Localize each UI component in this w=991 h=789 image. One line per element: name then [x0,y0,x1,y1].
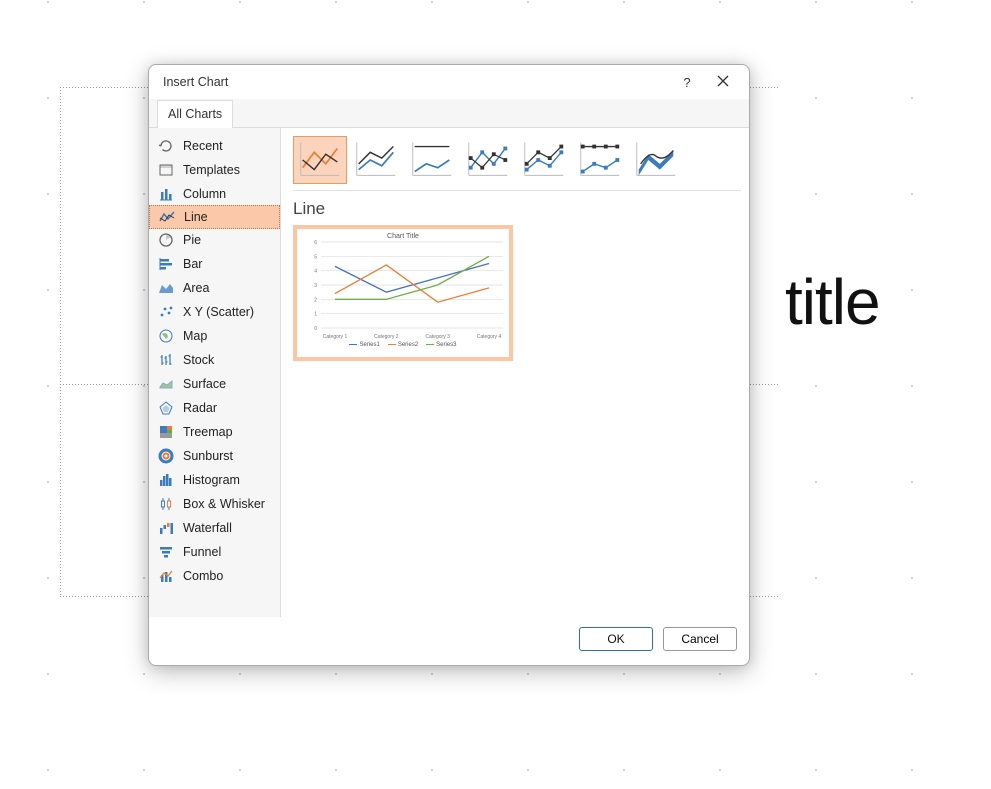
stock-icon [157,351,175,369]
sidebar-item-column[interactable]: Column [149,182,280,206]
svg-text:Category 2: Category 2 [374,334,399,340]
tabstrip: All Charts [149,99,749,128]
preview-legend: Series1Series2Series3 [303,342,503,348]
preview-title: Chart Title [303,233,503,240]
sidebar-item-bar[interactable]: Bar [149,252,280,276]
cancel-button[interactable]: Cancel [663,627,737,651]
treemap-icon [157,423,175,441]
svg-text:Category 1: Category 1 [323,334,348,340]
help-icon: ? [683,75,690,90]
sidebar-item-funnel[interactable]: Funnel [149,540,280,564]
templates-icon [157,161,175,179]
radar-icon [157,399,175,417]
sidebar-item-radar[interactable]: Radar [149,396,280,420]
svg-text:6: 6 [314,240,317,246]
chart-subtype-row [293,136,741,191]
svg-text:2: 2 [314,297,317,303]
sidebar-item-label: Area [183,281,209,295]
sidebar-item-label: Recent [183,139,223,153]
slide-title-placeholder[interactable]: title [785,265,880,339]
line-icon [158,208,176,226]
surface-icon [157,375,175,393]
sidebar-item-label: X Y (Scatter) [183,305,254,319]
sidebar-item-label: Pie [183,233,201,247]
chart-preview[interactable]: Chart Title 0 1 2 3 4 5 6 Category 1 Category 2 C… [293,225,513,361]
subtype-stacked-line-100[interactable] [405,136,459,184]
sidebar-item-label: Waterfall [183,521,232,535]
sidebar-item-label: Bar [183,257,202,271]
sidebar-item-label: Column [183,187,226,201]
chart-category-sidebar: Recent Templates Column Line Pie Bar Area X Y (… [149,128,281,617]
boxwhisker-icon [157,495,175,513]
recent-icon [157,137,175,155]
sidebar-item-line[interactable]: Line [149,205,280,229]
waterfall-icon [157,519,175,537]
sidebar-item-label: Sunburst [183,449,233,463]
subtype-stacked-line-100-with-markers[interactable] [573,136,627,184]
sidebar-item-label: Histogram [183,473,240,487]
tab-all-charts[interactable]: All Charts [157,100,233,128]
sidebar-item-label: Radar [183,401,217,415]
preview-plot: 0 1 2 3 4 5 6 Category 1 Category 2 Category 3 Cat… [303,240,507,342]
sidebar-item-label: Box & Whisker [183,497,265,511]
sidebar-item-label: Stock [183,353,214,367]
sidebar-item-treemap[interactable]: Treemap [149,420,280,444]
sidebar-item-map[interactable]: Map [149,324,280,348]
sidebar-item-box-whisker[interactable]: Box & Whisker [149,492,280,516]
sidebar-item-histogram[interactable]: Histogram [149,468,280,492]
subtype-stacked-line-with-markers[interactable] [517,136,571,184]
close-button[interactable] [705,68,741,96]
sidebar-item-waterfall[interactable]: Waterfall [149,516,280,540]
pie-icon [157,231,175,249]
sidebar-item-combo[interactable]: Combo [149,564,280,588]
sidebar-item-stock[interactable]: Stock [149,348,280,372]
sidebar-item-surface[interactable]: Surface [149,372,280,396]
close-icon [717,75,729,90]
insert-chart-dialog: Insert Chart ? All Charts Recent Template… [148,64,750,666]
svg-text:5: 5 [314,254,317,260]
placeholder-edge [60,87,61,597]
dialog-title: Insert Chart [163,75,228,89]
svg-text:1: 1 [314,312,317,318]
sidebar-item-x-y-scatter-[interactable]: X Y (Scatter) [149,300,280,324]
sidebar-item-label: Treemap [183,425,233,439]
sidebar-item-label: Combo [183,569,223,583]
subtype-title: Line [293,199,741,219]
sidebar-item-area[interactable]: Area [149,276,280,300]
column-icon [157,185,175,203]
combo-icon [157,567,175,585]
svg-text:Category 3: Category 3 [425,334,450,340]
funnel-icon [157,543,175,561]
sidebar-item-label: Map [183,329,207,343]
histogram-icon [157,471,175,489]
sidebar-item-templates[interactable]: Templates [149,158,280,182]
subtype-stacked-line[interactable] [349,136,403,184]
sidebar-item-label: Funnel [183,545,221,559]
svg-text:Category 4: Category 4 [477,334,502,340]
svg-text:3: 3 [314,283,317,289]
dialog-titlebar[interactable]: Insert Chart ? [149,65,749,99]
map-icon [157,327,175,345]
subtype-line-with-markers[interactable] [461,136,515,184]
subtype-line[interactable] [293,136,347,184]
help-button[interactable]: ? [669,68,705,96]
sunburst-icon [157,447,175,465]
dialog-footer: OK Cancel [149,617,749,665]
svg-text:0: 0 [314,326,317,332]
scatter-icon [157,303,175,321]
ok-button[interactable]: OK [579,627,653,651]
svg-text:4: 4 [314,269,317,275]
subtype-3d-line[interactable] [629,136,683,184]
sidebar-item-pie[interactable]: Pie [149,228,280,252]
area-icon [157,279,175,297]
sidebar-item-label: Line [184,210,208,224]
sidebar-item-label: Surface [183,377,226,391]
sidebar-item-recent[interactable]: Recent [149,134,280,158]
sidebar-item-sunburst[interactable]: Sunburst [149,444,280,468]
sidebar-item-label: Templates [183,163,240,177]
bar-icon [157,255,175,273]
